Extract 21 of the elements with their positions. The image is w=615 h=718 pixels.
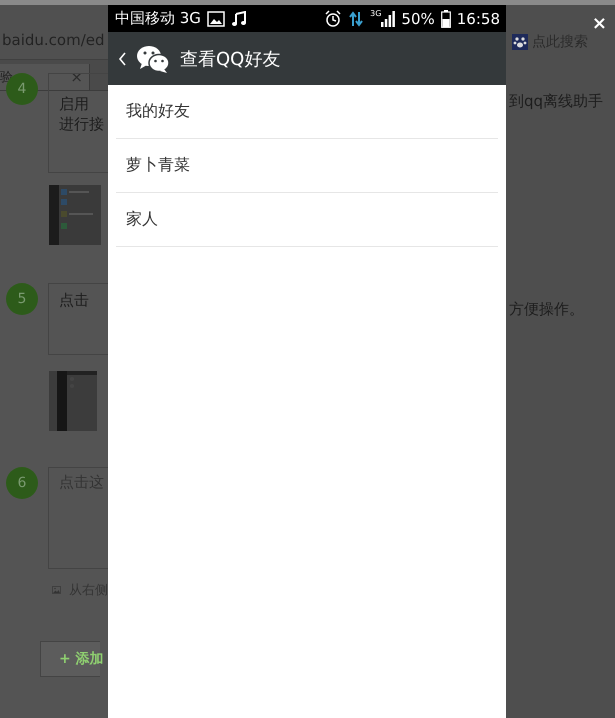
add-button[interactable]: + 添加 <box>40 641 100 677</box>
friend-group-item[interactable]: 家人 <box>116 193 498 247</box>
friend-group-item[interactable]: 萝卜青菜 <box>116 139 498 193</box>
back-chevron-icon <box>118 52 126 66</box>
step-number: 5 <box>6 283 38 315</box>
image-icon <box>206 10 225 26</box>
chat-bubbles-icon <box>136 44 170 74</box>
clock-time: 16:58 <box>456 10 500 28</box>
back-button[interactable] <box>116 50 128 68</box>
network-type: 3G <box>370 9 382 18</box>
music-note-icon <box>230 10 247 26</box>
battery-percent: 50% <box>401 10 435 28</box>
step-number: 6 <box>6 467 38 499</box>
friend-group-item[interactable]: 我的好友 <box>116 85 498 139</box>
signal-icon <box>381 10 396 26</box>
alarm-clock-icon <box>324 10 342 28</box>
battery-icon <box>440 10 451 28</box>
carrier-text: 中国移动 3G <box>115 9 201 28</box>
data-arrows-icon <box>348 10 364 26</box>
header-title: 查看QQ好友 <box>180 48 280 70</box>
paw-icon <box>512 34 528 50</box>
